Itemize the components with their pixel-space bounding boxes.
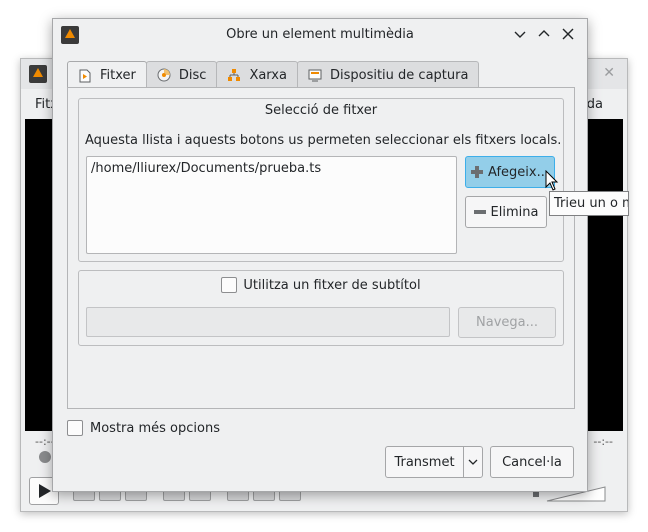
cancel-label: Cancel·la <box>502 454 562 470</box>
file-tab-panel: Selecció de fitxer Aquesta llista i aque… <box>67 87 575 409</box>
more-options-checkbox[interactable] <box>67 420 83 436</box>
file-icon <box>78 69 92 83</box>
subtitle-checkbox-label[interactable]: Utilitza un fitxer de subtítol <box>243 278 420 293</box>
browse-label: Navega... <box>476 315 538 330</box>
seek-handle[interactable] <box>39 451 51 463</box>
source-tabs: Fitxer Disc Xarxa Dispositiu de captura <box>67 61 480 89</box>
capture-device-icon <box>308 68 322 82</box>
list-item[interactable]: /home/lliurex/Documents/prueba.ts <box>91 161 452 176</box>
minimize-icon[interactable] <box>511 25 529 43</box>
stream-button[interactable]: Transmet <box>385 446 464 478</box>
total-time: --:-- <box>593 435 613 448</box>
tab-label: Xarxa <box>249 67 287 83</box>
vlc-cone-icon <box>29 65 47 83</box>
subtitle-path-field[interactable] <box>86 307 450 337</box>
minus-icon <box>473 206 486 218</box>
play-options-dropdown[interactable] <box>463 446 483 478</box>
add-file-label: Afegeix... <box>488 164 549 180</box>
dialog-title: Obre un element multimèdia <box>226 27 414 42</box>
tab-file[interactable]: Fitxer <box>67 61 147 89</box>
add-button-tooltip: Trieu un o m <box>549 191 629 216</box>
plus-icon <box>471 166 484 178</box>
mouse-pointer-icon <box>545 170 559 191</box>
disc-icon <box>157 68 171 82</box>
open-media-dialog: Obre un element multimèdia Fitxer Disc X… <box>52 18 588 492</box>
cancel-button[interactable]: Cancel·la <box>490 446 574 478</box>
maximize-icon[interactable] <box>535 25 553 43</box>
chevron-down-icon <box>468 459 478 465</box>
tab-capture-device[interactable]: Dispositiu de captura <box>296 61 480 88</box>
subtitle-checkbox-row: Utilitza un fitxer de subtítol <box>79 277 563 293</box>
tab-network[interactable]: Xarxa <box>216 61 298 88</box>
more-options-label[interactable]: Mostra més opcions <box>90 421 220 436</box>
tab-label: Disc <box>178 67 207 83</box>
remove-file-label: Elimina <box>490 204 539 220</box>
dialog-titlebar: Obre un element multimèdia <box>53 19 587 51</box>
stream-label: Transmet <box>394 454 455 470</box>
add-file-button[interactable]: Afegeix... <box>465 156 555 188</box>
subtitle-checkbox[interactable] <box>221 277 238 293</box>
subtitle-group: Utilitza un fitxer de subtítol Navega... <box>78 270 564 346</box>
network-icon <box>227 68 241 82</box>
close-icon[interactable]: ✕ <box>603 65 615 81</box>
tab-disc[interactable]: Disc <box>145 61 218 88</box>
play-split-button: Transmet <box>385 446 483 478</box>
remove-file-button[interactable]: Elimina <box>465 196 547 228</box>
tab-label: Dispositiu de captura <box>329 67 469 83</box>
tab-label: Fitxer <box>100 68 136 83</box>
file-selection-description: Aquesta llista i aquests botons us perme… <box>85 133 562 148</box>
browse-button[interactable]: Navega... <box>458 307 556 338</box>
close-icon[interactable] <box>559 25 577 43</box>
group-title: Selecció de fitxer <box>264 103 378 118</box>
file-list[interactable]: /home/lliurex/Documents/prueba.ts <box>86 156 457 254</box>
menu-item-help[interactable]: da <box>587 97 603 112</box>
more-options-row: Mostra més opcions <box>67 420 220 436</box>
file-selection-group: Selecció de fitxer Aquesta llista i aque… <box>78 98 564 262</box>
